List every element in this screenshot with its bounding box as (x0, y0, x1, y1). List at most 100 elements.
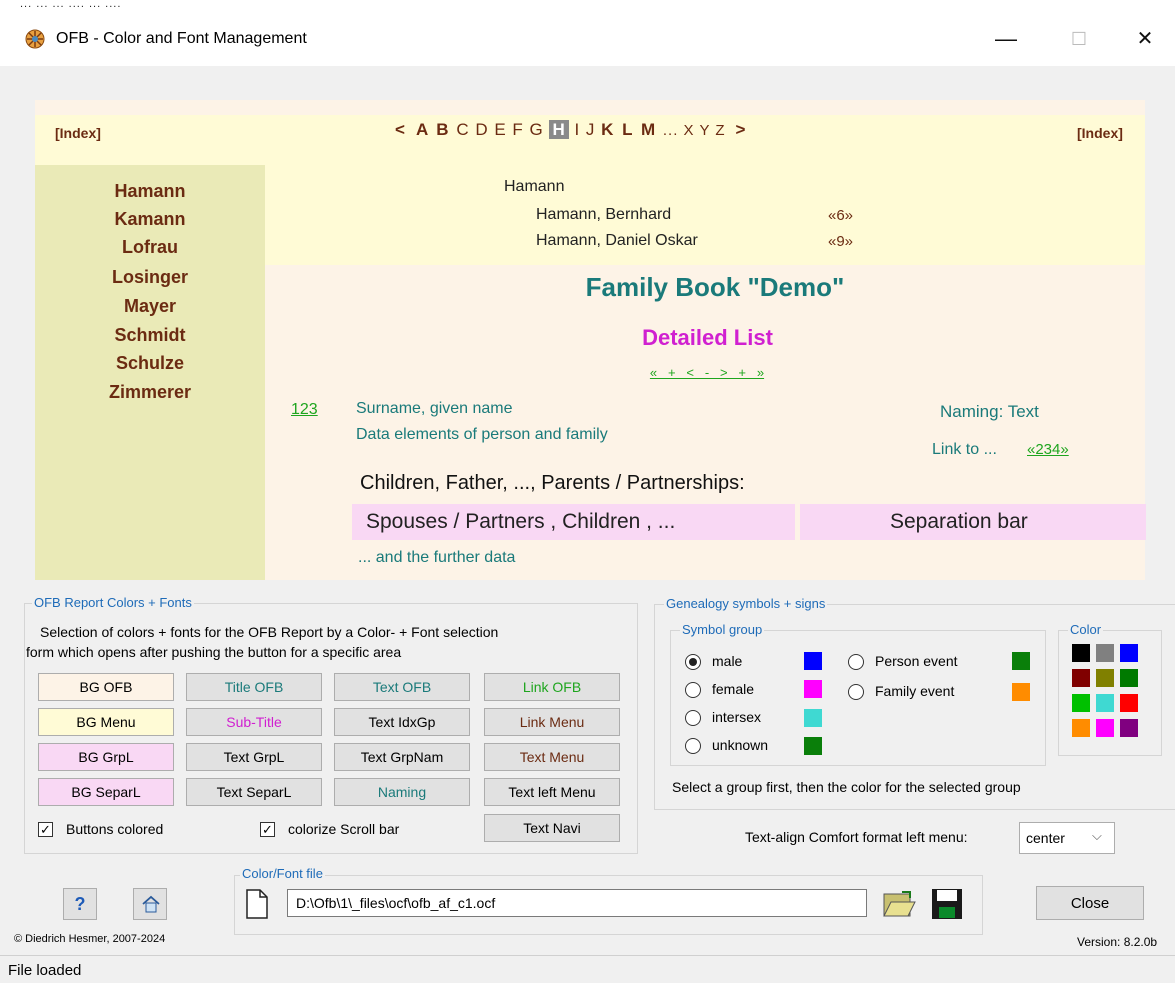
radio-male[interactable] (685, 654, 701, 670)
text-align-select[interactable]: center ⌵ (1019, 822, 1115, 854)
left-menu-item[interactable]: Lofrau (35, 237, 265, 258)
palette-color[interactable] (1120, 694, 1138, 712)
title-ofb-button[interactable]: Title OFB (186, 673, 322, 701)
close-button[interactable]: Close (1036, 886, 1144, 920)
symbol-group-title: Symbol group (680, 622, 765, 637)
naming-button[interactable]: Naming (334, 778, 470, 806)
letters-bold-2[interactable]: K L M (601, 120, 657, 139)
bg-ofb-button[interactable]: BG OFB (38, 673, 174, 701)
data-elements-line: Data elements of person and family (356, 426, 608, 443)
nav-next-arrow[interactable]: > (736, 120, 747, 139)
palette-color[interactable] (1072, 644, 1090, 662)
status-text: File loaded (8, 962, 82, 979)
further-data-text: ... and the further data (358, 549, 516, 566)
event-color-swatch (1012, 652, 1030, 670)
children-heading: Children, Father, ..., Parents / Partner… (360, 472, 745, 494)
radio-intersex[interactable] (685, 710, 701, 726)
letter-navigation[interactable]: < A B C D E F G H I J K L M ... X Y Z > (385, 120, 756, 140)
left-menu-item[interactable]: Schulze (35, 353, 265, 374)
palette-color[interactable] (1072, 694, 1090, 712)
link-ref[interactable]: «234» (1027, 441, 1069, 458)
text-grpnam-button[interactable]: Text GrpNam (334, 743, 470, 771)
bg-separl-button[interactable]: BG SeparL (38, 778, 174, 806)
status-bar: File loaded (0, 955, 1175, 983)
left-menu-item[interactable]: Mayer (35, 296, 265, 317)
sub-title-button[interactable]: Sub-Title (186, 708, 322, 736)
palette-color[interactable] (1072, 719, 1090, 737)
palette-color[interactable] (1120, 644, 1138, 662)
link-menu-button[interactable]: Link Menu (484, 708, 620, 736)
background-window-text: ... ... ... .... ... .... (20, 0, 122, 10)
radio-female[interactable] (685, 682, 701, 698)
palette-color[interactable] (1120, 669, 1138, 687)
surname-line: Surname, given name (356, 400, 513, 417)
group-entry-ref[interactable]: «9» (828, 233, 853, 250)
left-menu-item[interactable]: Schmidt (35, 325, 265, 346)
left-menu-item[interactable]: Losinger (35, 267, 265, 288)
event-label: Person event (875, 653, 958, 669)
palette-color[interactable] (1096, 644, 1114, 662)
text-menu-button[interactable]: Text Menu (484, 743, 620, 771)
file-path-field[interactable]: D:\Ofb\1\_files\ocf\ofb_af_c1.ocf (287, 889, 867, 917)
chevron-down-icon: ⌵ (1092, 828, 1102, 843)
open-folder-icon[interactable] (882, 888, 916, 920)
colorize-scroll-checkbox[interactable]: ✓ (260, 822, 275, 837)
palette-color[interactable] (1120, 719, 1138, 737)
radio-family-event[interactable] (848, 684, 864, 700)
letters-normal-2[interactable]: I J (574, 120, 595, 139)
help-button[interactable]: ? (63, 888, 97, 920)
radio-unknown[interactable] (685, 738, 701, 754)
close-window-button[interactable]: ✕ (1122, 22, 1168, 56)
background-window-strip: ... ... ... .... ... .... (0, 0, 1175, 14)
text-grpl-button[interactable]: Text GrpL (186, 743, 322, 771)
separation-bar-left: Spouses / Partners , Children , ... (352, 504, 795, 540)
palette-color[interactable] (1072, 669, 1090, 687)
link-ofb-button[interactable]: Link OFB (484, 673, 620, 701)
group-list-area[interactable] (265, 165, 1145, 265)
link-to-text: Link to ... (932, 441, 997, 458)
report-description-2: form which opens after pushing the butto… (26, 644, 402, 660)
id-link[interactable]: 123 (291, 401, 318, 419)
index-link-right[interactable]: [Index] (1077, 125, 1123, 141)
letters-normal-1[interactable]: C D E F G (456, 120, 543, 139)
text-ofb-button[interactable]: Text OFB (334, 673, 470, 701)
bg-menu-button[interactable]: BG Menu (38, 708, 174, 736)
radio-person-event[interactable] (848, 654, 864, 670)
group-entry-ref[interactable]: «6» (828, 207, 853, 224)
bg-grpl-button[interactable]: BG GrpL (38, 743, 174, 771)
palette-color[interactable] (1096, 694, 1114, 712)
nav-prev-arrow[interactable]: < (395, 120, 406, 139)
minimize-button[interactable]: — (983, 22, 1029, 56)
palette-color[interactable] (1096, 719, 1114, 737)
letters-bold-1[interactable]: A B (416, 120, 451, 139)
symbol-label: male (712, 653, 743, 669)
left-menu-item[interactable]: Hamann (35, 181, 265, 202)
save-disk-icon[interactable] (930, 887, 964, 921)
family-book-title: Family Book "Demo" (585, 272, 845, 302)
spouses-text: Spouses / Partners , Children , ... (366, 510, 676, 533)
letters-normal-3[interactable]: ... X Y Z (663, 122, 726, 139)
group-entry-name[interactable]: Hamann, Daniel Oskar (536, 232, 698, 250)
navi-links[interactable]: « + < - > + » (265, 365, 1149, 380)
symbol-color-swatch (804, 652, 822, 670)
text-idxgp-button[interactable]: Text IdxGp (334, 708, 470, 736)
color-palette[interactable] (1072, 644, 1148, 744)
left-menu-item[interactable]: Kamann (35, 209, 265, 230)
new-file-icon[interactable] (244, 888, 270, 920)
text-separl-button[interactable]: Text SeparL (186, 778, 322, 806)
text-align-label: Text-align Comfort format left menu: (745, 829, 968, 845)
buttons-colored-checkbox[interactable]: ✓ (38, 822, 53, 837)
current-letter[interactable]: H (549, 120, 569, 139)
maximize-button[interactable]: ☐ (1056, 22, 1102, 56)
group-entry-name[interactable]: Hamann, Bernhard (536, 206, 671, 224)
text-left-menu-button[interactable]: Text left Menu (484, 778, 620, 806)
group-name: Hamann (504, 178, 565, 195)
home-button[interactable] (133, 888, 167, 920)
left-menu-item[interactable]: Zimmerer (35, 382, 265, 403)
color-font-file-title: Color/Font file (240, 866, 325, 881)
text-navi-button[interactable]: Text Navi (484, 814, 620, 842)
palette-color[interactable] (1096, 669, 1114, 687)
genealogy-group-title: Genealogy symbols + signs (664, 596, 828, 611)
index-link-left[interactable]: [Index] (55, 125, 101, 141)
genealogy-hint: Select a group first, then the color for… (672, 779, 1021, 795)
